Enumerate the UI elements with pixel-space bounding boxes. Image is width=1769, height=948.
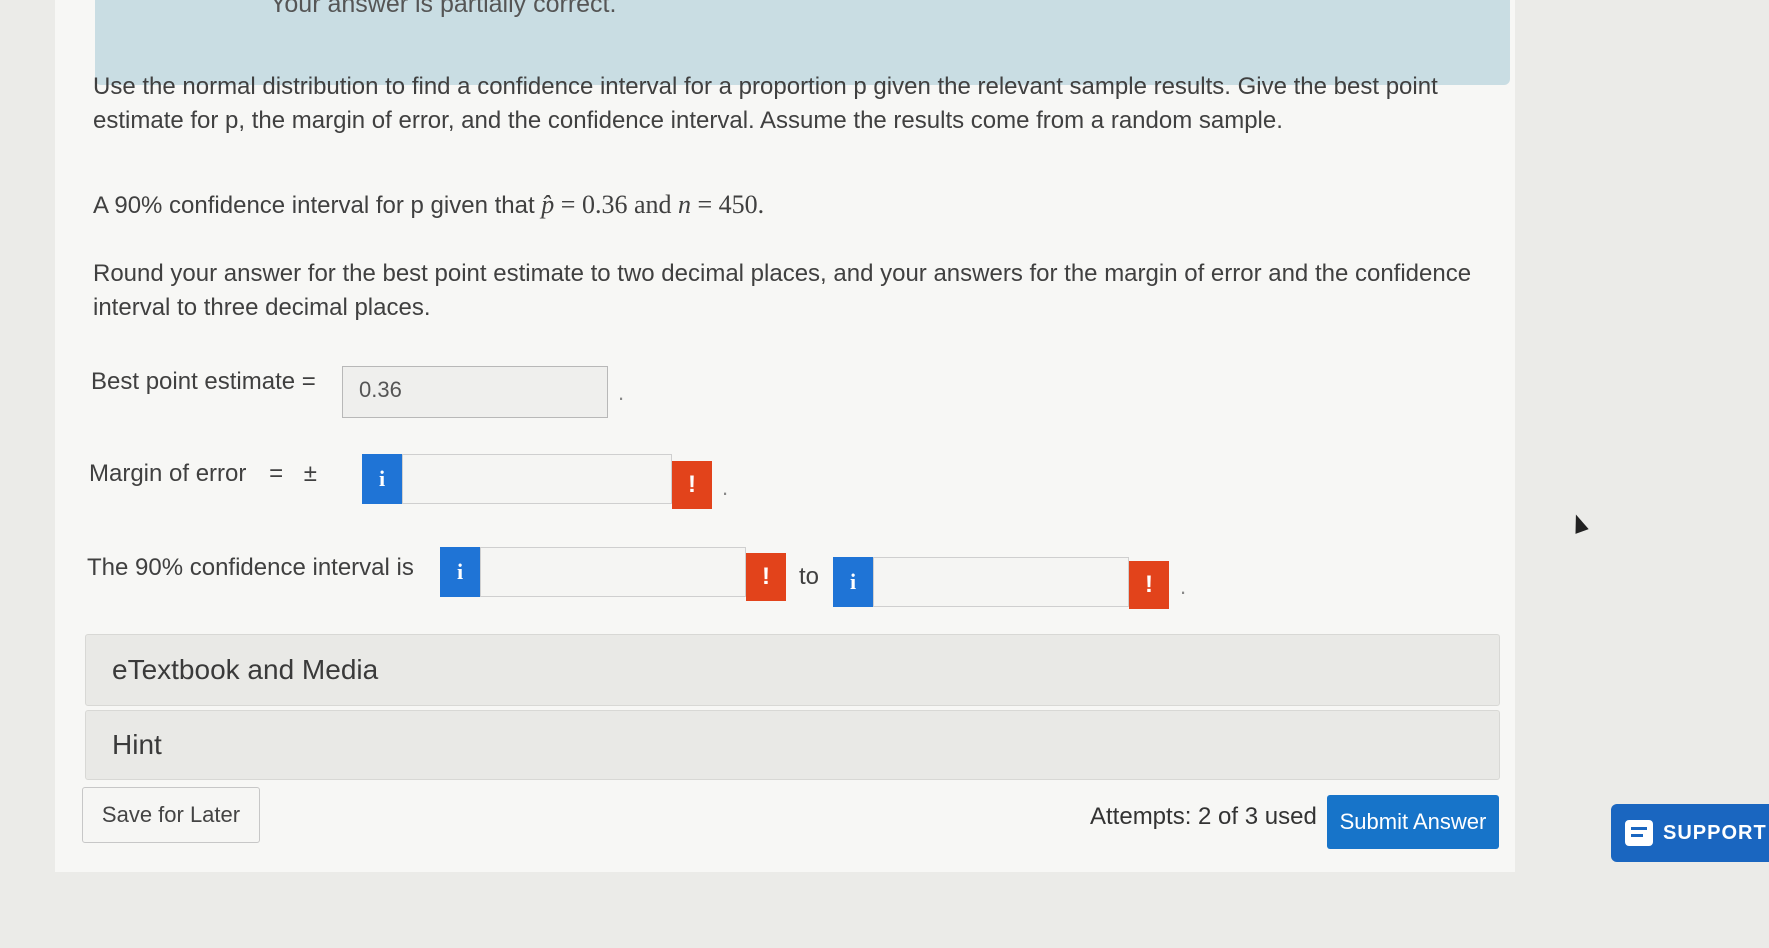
hint-section[interactable]: Hint bbox=[85, 710, 1500, 780]
etextbook-media-section[interactable]: eTextbook and Media bbox=[85, 634, 1500, 706]
plus-minus-sign: ± bbox=[303, 460, 317, 487]
period: . bbox=[722, 475, 729, 500]
interval-upper-input[interactable] bbox=[873, 557, 1129, 607]
period: . bbox=[1180, 574, 1187, 599]
phat-symbol: p̂ bbox=[541, 190, 555, 219]
question-line-2: estimate for p, the margin of error, and… bbox=[93, 107, 1283, 134]
support-button[interactable]: SUPPORT bbox=[1611, 804, 1769, 862]
save-for-later-button[interactable]: Save for Later bbox=[82, 787, 260, 843]
rounding-line-1: Round your answer for the best point est… bbox=[93, 260, 1472, 287]
best-point-label: Best point estimate = bbox=[91, 368, 316, 395]
interval-upper-info-icon[interactable]: i bbox=[833, 557, 873, 607]
best-point-input[interactable]: 0.36 bbox=[342, 366, 608, 418]
submit-answer-button[interactable]: Submit Answer bbox=[1327, 795, 1499, 849]
phat-equation: = 0.36 and bbox=[554, 190, 678, 219]
interval-to-label: to bbox=[799, 563, 820, 590]
attempts-counter: Attempts: 2 of 3 used bbox=[1090, 803, 1317, 830]
feedback-status-text: Your answer is partially correct. bbox=[270, 0, 617, 18]
given-statement: A 90% confidence interval for p given th… bbox=[93, 188, 1493, 223]
interval-upper-error-icon: ! bbox=[1129, 561, 1169, 609]
margin-input[interactable] bbox=[402, 454, 672, 504]
margin-label-text: Margin of error bbox=[89, 460, 247, 487]
n-equation: = 450. bbox=[690, 190, 765, 219]
question-line-1: Use the normal distribution to find a co… bbox=[93, 73, 1438, 100]
n-symbol: n bbox=[677, 190, 691, 219]
interval-lower-info-icon[interactable]: i bbox=[440, 547, 480, 597]
margin-label: Margin of error = ± bbox=[89, 460, 317, 488]
rounding-instructions: Round your answer for the best point est… bbox=[93, 257, 1493, 325]
interval-lower-error-icon: ! bbox=[746, 553, 786, 601]
question-text: Use the normal distribution to find a co… bbox=[93, 70, 1493, 138]
given-prefix: A 90% confidence interval for p given th… bbox=[93, 192, 535, 219]
interval-label: The 90% confidence interval is bbox=[87, 554, 414, 581]
rounding-line-2: interval to three decimal places. bbox=[93, 294, 431, 321]
period: . bbox=[618, 380, 625, 405]
margin-equals: = bbox=[269, 460, 284, 487]
margin-info-icon[interactable]: i bbox=[362, 454, 402, 504]
interval-lower-input[interactable] bbox=[480, 547, 746, 597]
support-label: SUPPORT bbox=[1663, 821, 1767, 844]
margin-error-icon: ! bbox=[672, 461, 712, 509]
mouse-cursor-icon bbox=[1569, 512, 1589, 534]
chat-icon bbox=[1625, 820, 1653, 846]
